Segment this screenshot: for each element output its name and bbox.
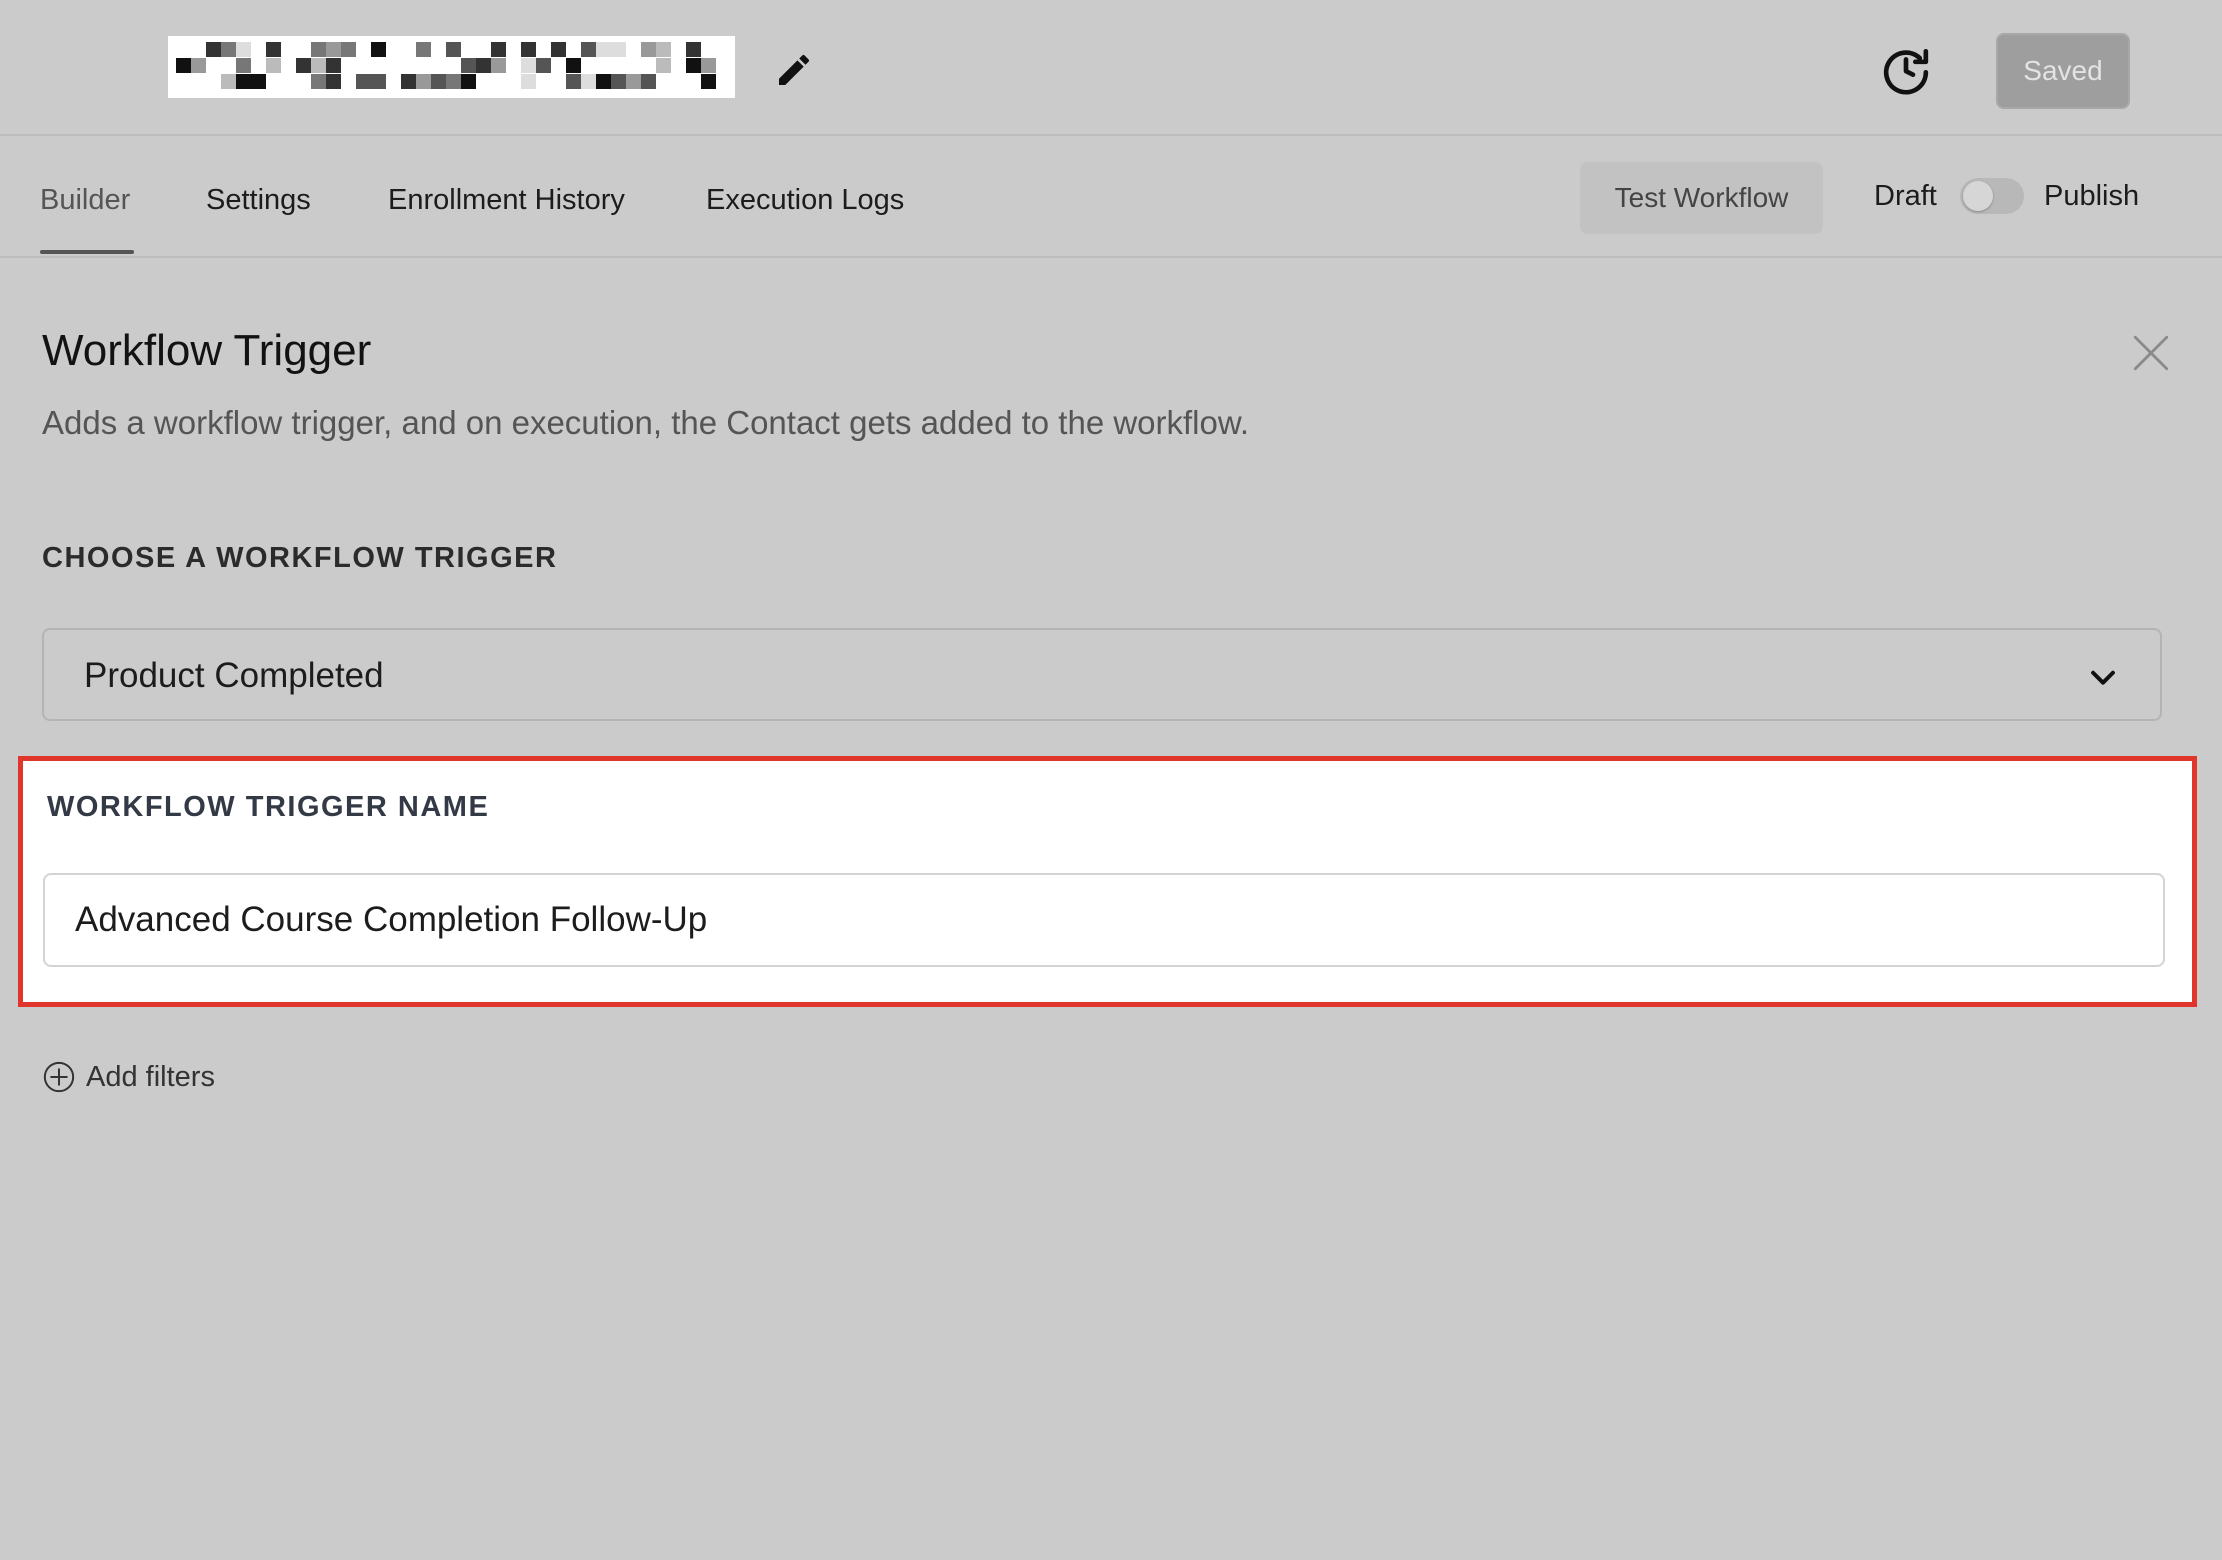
redaction-pixel: [461, 74, 476, 89]
trigger-name-label: WORKFLOW TRIGGER NAME: [47, 791, 490, 823]
choose-trigger-label: CHOOSE A WORKFLOW TRIGGER: [42, 542, 558, 574]
redaction-pixel: [656, 42, 671, 57]
tab-execution-logs[interactable]: Execution Logs: [706, 184, 904, 217]
redaction-pixel: [311, 74, 326, 89]
redaction-pixel: [596, 42, 611, 57]
redaction-pixel: [266, 42, 281, 57]
redaction-pixel: [521, 58, 536, 73]
redaction-pixel: [581, 42, 596, 57]
redaction-pixel: [536, 58, 551, 73]
redaction-pixel: [551, 42, 566, 57]
trigger-name-section: WORKFLOW TRIGGER NAME: [18, 756, 2197, 1007]
redaction-pixel: [581, 74, 596, 89]
redaction-pixel: [191, 58, 206, 73]
redaction-pixel: [311, 58, 326, 73]
redaction-pixel: [311, 42, 326, 57]
redaction-pixel: [236, 74, 251, 89]
redaction-pixel: [266, 58, 281, 73]
redaction-pixel: [611, 42, 626, 57]
redaction-pixel: [566, 58, 581, 73]
redaction-pixel: [686, 42, 701, 57]
redaction-pixel: [641, 74, 656, 89]
trigger-name-input[interactable]: [43, 873, 2165, 967]
redaction-pixel: [626, 74, 641, 89]
redaction-pixel: [251, 74, 266, 89]
redaction-pixel: [326, 42, 341, 57]
redaction-pixel: [236, 42, 251, 57]
redaction-pixel: [686, 58, 701, 73]
history-clock-icon[interactable]: [1878, 42, 1934, 98]
redaction-pixel: [701, 74, 716, 89]
tabs-bar: Builder Settings Enrollment History Exec…: [0, 136, 2222, 258]
redaction-pixel: [476, 58, 491, 73]
chevron-down-icon: [2091, 670, 2115, 685]
publish-toggle[interactable]: [1960, 178, 2024, 214]
toggle-knob: [1963, 181, 1993, 211]
active-tab-indicator: [40, 250, 134, 254]
redaction-pixel: [656, 58, 671, 73]
redaction-pixel: [356, 74, 371, 89]
pencil-icon[interactable]: [774, 50, 814, 90]
redaction-pixel: [521, 42, 536, 57]
redaction-pixel: [221, 74, 236, 89]
redaction-pixel: [641, 42, 656, 57]
test-workflow-button[interactable]: Test Workflow: [1580, 162, 1823, 234]
redaction-pixel: [401, 74, 416, 89]
close-icon[interactable]: [2130, 332, 2172, 374]
redaction-pixel: [416, 42, 431, 57]
add-filters-label: Add filters: [86, 1060, 215, 1093]
redaction-pixel: [416, 74, 431, 89]
redaction-pixel: [566, 74, 581, 89]
redaction-pixel: [611, 74, 626, 89]
redaction-pixel: [206, 42, 221, 57]
redaction-pixel: [491, 42, 506, 57]
redaction-pixel: [341, 42, 356, 57]
redaction-pixel: [431, 74, 446, 89]
redaction-pixel: [371, 42, 386, 57]
redaction-pixel: [491, 58, 506, 73]
tab-enrollment-history[interactable]: Enrollment History: [388, 184, 625, 217]
redaction-pixel: [371, 74, 386, 89]
panel-description: Adds a workflow trigger, and on executio…: [42, 404, 1250, 441]
redaction-pixel: [236, 58, 251, 73]
redaction-pixel: [461, 58, 476, 73]
draft-label: Draft: [1874, 180, 1937, 212]
redaction-pixel: [521, 74, 536, 89]
redaction-pixel: [326, 58, 341, 73]
redaction-pixel: [596, 74, 611, 89]
add-filters-button[interactable]: Add filters: [42, 1060, 215, 1094]
redaction-pixel: [446, 42, 461, 57]
plus-circle-icon: [43, 1061, 75, 1093]
workflow-title-redacted[interactable]: [168, 36, 735, 98]
tab-settings[interactable]: Settings: [206, 184, 311, 217]
redaction-pixel: [326, 74, 341, 89]
tab-builder[interactable]: Builder: [40, 184, 130, 217]
redaction-pixel: [176, 58, 191, 73]
redaction-pixel: [221, 42, 236, 57]
trigger-select-value: Product Completed: [84, 656, 384, 695]
top-bar: Saved: [0, 0, 2222, 136]
redaction-pixel: [701, 58, 716, 73]
saved-button[interactable]: Saved: [1996, 33, 2130, 109]
trigger-select[interactable]: Product Completed: [42, 628, 2162, 721]
panel-title: Workflow Trigger: [42, 326, 372, 375]
publish-label: Publish: [2044, 180, 2140, 212]
redaction-pixel: [296, 58, 311, 73]
redaction-pixel: [446, 74, 461, 89]
